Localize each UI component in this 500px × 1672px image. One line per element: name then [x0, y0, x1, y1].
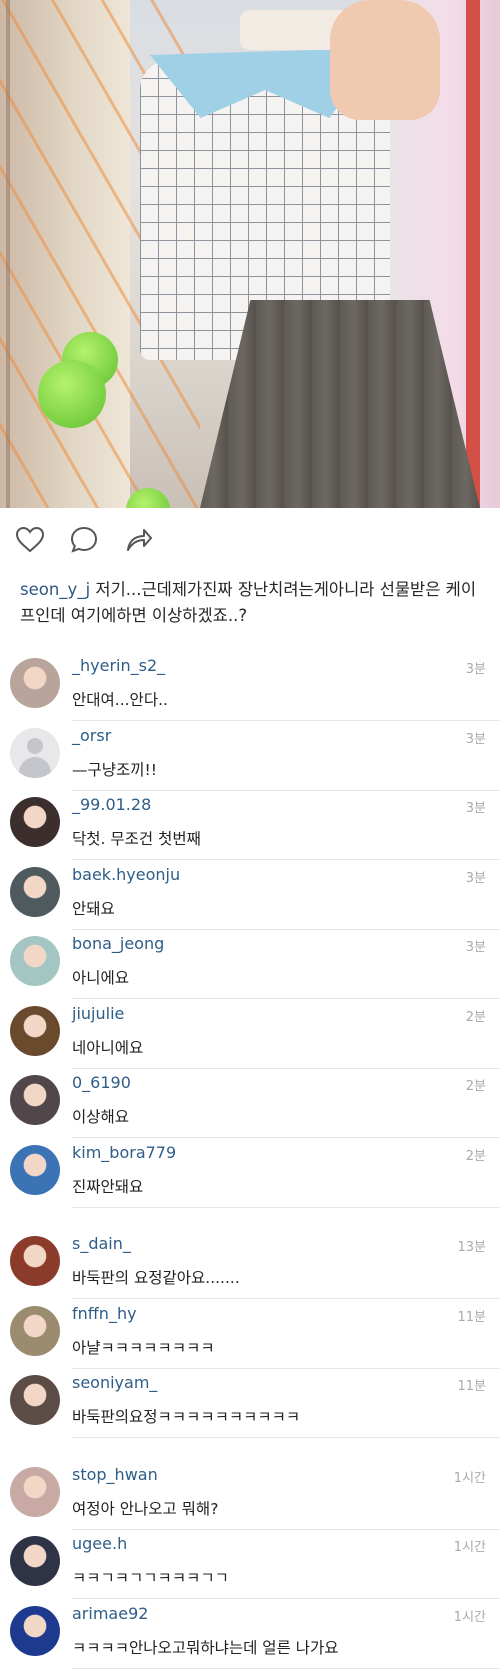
- comment-row: kim_bora779 진짜안돼요 2분: [0, 1139, 500, 1209]
- post-caption: seon_y_j 저기...근데제가진짜 장난치려는게아니라 선물받은 케이프인…: [20, 577, 480, 629]
- avatar[interactable]: [10, 1236, 60, 1286]
- comment-text: ㅋㅋㄱㅋㄱㄱㅋㅋㅋㄱㄱ: [72, 1569, 229, 1587]
- share-arrow-icon: [127, 529, 152, 551]
- divider: [72, 1667, 500, 1669]
- comment-timestamp: 2분: [465, 1079, 486, 1094]
- comment-username[interactable]: ugee.h: [72, 1534, 127, 1553]
- like-button[interactable]: [12, 522, 48, 558]
- comment-timestamp: 13분: [457, 1240, 486, 1255]
- avatar[interactable]: [10, 936, 60, 986]
- comment-text: 네아니에요: [72, 1038, 144, 1057]
- comment-row: _hyerin_s2_ 안대여...안다.. 3분: [0, 652, 500, 722]
- comment-row: jiujulie 네아니에요 2분: [0, 1000, 500, 1070]
- avatar[interactable]: [10, 1305, 60, 1356]
- comment-timestamp: 1시간: [453, 1609, 486, 1625]
- comment-username[interactable]: fnffn_hy: [72, 1304, 137, 1323]
- comment-timestamp: 11분: [457, 1309, 486, 1325]
- comment-text: —구냥조끼!!: [72, 760, 157, 779]
- comment-bubble-icon: [70, 526, 98, 553]
- share-button[interactable]: [120, 522, 156, 558]
- comment-row: ugee.h ㅋㅋㄱㅋㄱㄱㅋㅋㅋㄱㄱ 1시간: [0, 1530, 500, 1600]
- green-pompom: [38, 360, 106, 428]
- comment-timestamp: 2분: [465, 1148, 486, 1164]
- comment-timestamp: 3분: [465, 801, 486, 816]
- comment-text: 안대여...안다..: [72, 691, 168, 709]
- comment-text: 안돼요: [72, 899, 115, 918]
- mirror-edge: [6, 0, 10, 508]
- avatar[interactable]: [10, 1144, 60, 1195]
- comment-timestamp: 3분: [465, 731, 486, 747]
- comment-text: 이상해요: [72, 1108, 130, 1126]
- comment-text: 아니에요: [72, 969, 130, 987]
- comment-row: _orsr —구냥조끼!! 3분: [0, 722, 500, 792]
- comment-row: s_dain_ 바둑판의 요정같아요....... 13분: [0, 1230, 500, 1300]
- comment-row: _99.01.28 닥첫. 무조건 첫번째 3분: [0, 791, 500, 861]
- comment-username[interactable]: seoniyam_: [72, 1373, 157, 1392]
- caption-username[interactable]: seon_y_j: [20, 580, 90, 599]
- comment-text: 닥첫. 무조건 첫번째: [72, 830, 201, 848]
- comment-username[interactable]: baek.hyeonju: [72, 865, 180, 884]
- hand: [330, 0, 440, 120]
- avatar[interactable]: [10, 658, 60, 708]
- red-rack-pole: [466, 0, 480, 508]
- post-action-bar: [12, 522, 156, 558]
- comment-row: arimae92 ㅋㅋㅋㅋ안나오고뭐하냐는데 얼른 나가요 1시간: [0, 1600, 500, 1670]
- comment-timestamp: 11분: [457, 1379, 486, 1394]
- comment-timestamp: 2분: [465, 1009, 486, 1025]
- avatar[interactable]: [10, 1075, 60, 1125]
- avatar[interactable]: [10, 797, 60, 847]
- avatar[interactable]: [10, 1375, 60, 1425]
- avatar[interactable]: [10, 1005, 60, 1056]
- avatar[interactable]: [10, 866, 60, 917]
- comment-timestamp: 1시간: [453, 1540, 486, 1555]
- comment-username[interactable]: stop_hwan: [72, 1465, 158, 1484]
- avatar[interactable]: [10, 1466, 60, 1517]
- comment-username[interactable]: bona_jeong: [72, 934, 164, 953]
- comment-text: 바둑판의요정ㅋㅋㅋㅋㅋㅋㅋㅋㅋㅋ: [72, 1408, 301, 1426]
- comment-username[interactable]: jiujulie: [72, 1004, 124, 1023]
- comment-username[interactable]: kim_bora779: [72, 1143, 176, 1162]
- comment-text: ㅋㅋㅋㅋ안나오고뭐하냐는데 얼른 나가요: [72, 1638, 339, 1657]
- comment-username[interactable]: _orsr: [72, 726, 111, 745]
- comment-username[interactable]: 0_6190: [72, 1073, 131, 1092]
- comment-text: 바둑판의 요정같아요.......: [72, 1269, 240, 1287]
- comment-timestamp: 3분: [465, 870, 486, 886]
- comment-username[interactable]: _hyerin_s2_: [72, 656, 165, 675]
- comment-row: fnffn_hy 아냘ㅋㅋㅋㅋㅋㅋㅋㅋ 11분: [0, 1300, 500, 1370]
- comment-timestamp: 1시간: [453, 1470, 486, 1486]
- comment-row: seoniyam_ 바둑판의요정ㅋㅋㅋㅋㅋㅋㅋㅋㅋㅋ 11분: [0, 1369, 500, 1439]
- comment-text: 진짜안돼요: [72, 1177, 144, 1196]
- divider: [72, 1437, 500, 1438]
- avatar[interactable]: [10, 727, 60, 778]
- comment-timestamp: 3분: [465, 662, 486, 677]
- comment-row: stop_hwan 여정아 안나오고 뭐해? 1시간: [0, 1461, 500, 1531]
- comment-text: 아냘ㅋㅋㅋㅋㅋㅋㅋㅋ: [72, 1338, 215, 1357]
- comment-row: bona_jeong 아니에요 3분: [0, 930, 500, 1000]
- comment-timestamp: 3분: [465, 940, 486, 955]
- heart-icon: [15, 526, 45, 553]
- comment-username[interactable]: s_dain_: [72, 1234, 131, 1253]
- divider: [72, 1206, 500, 1208]
- comment-button[interactable]: [66, 522, 102, 558]
- comment-row: 0_6190 이상해요 2분: [0, 1069, 500, 1139]
- comment-username[interactable]: _99.01.28: [72, 795, 151, 814]
- comment-username[interactable]: arimae92: [72, 1604, 148, 1623]
- avatar[interactable]: [10, 1536, 60, 1586]
- comment-text: 여정아 안나오고 뭐해?: [72, 1499, 219, 1518]
- avatar[interactable]: [10, 1605, 60, 1656]
- post-photo[interactable]: [0, 0, 500, 508]
- comment-row: baek.hyeonju 안돼요 3분: [0, 861, 500, 931]
